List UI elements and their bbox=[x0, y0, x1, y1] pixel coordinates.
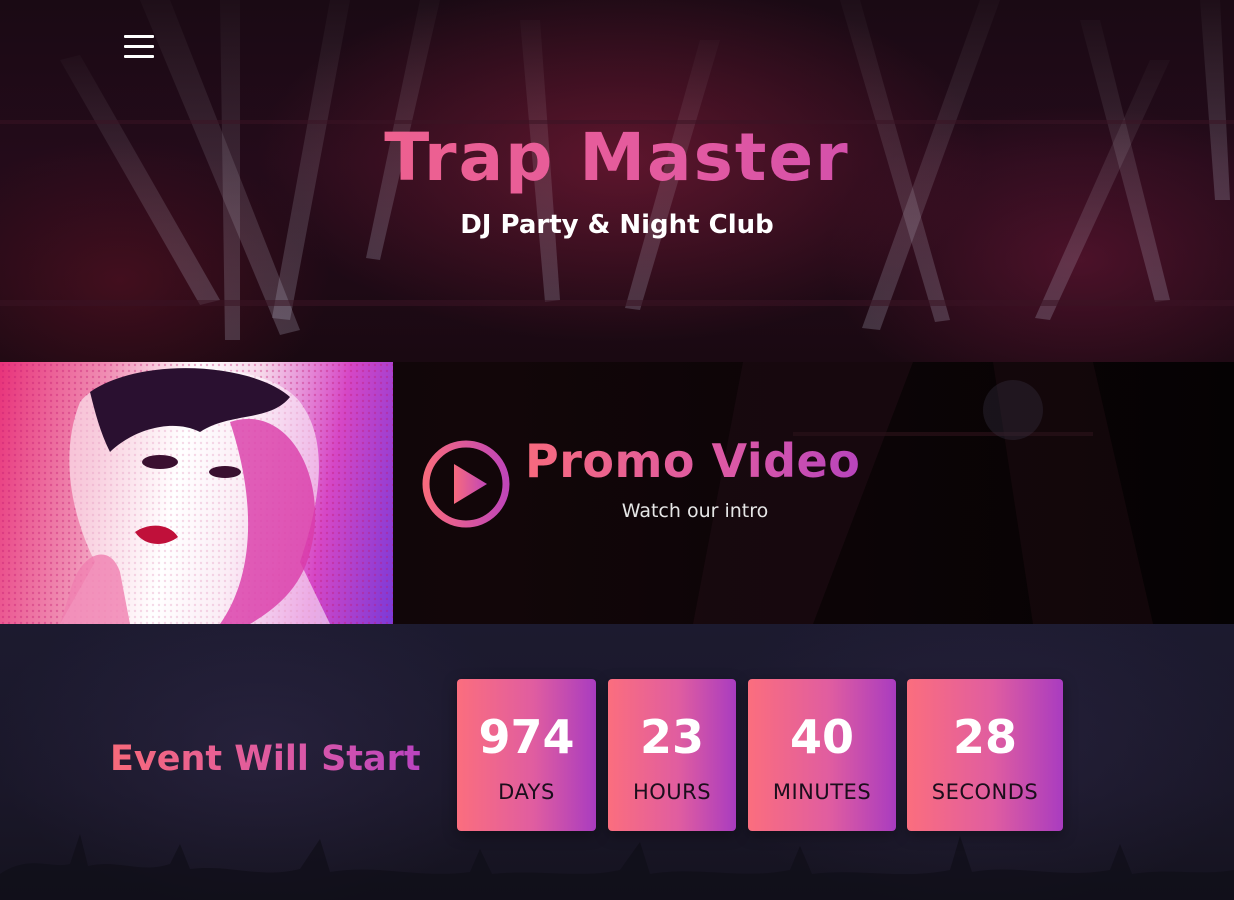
site-title: Trap Master bbox=[0, 118, 1234, 198]
crowd-silhouette bbox=[0, 834, 1234, 900]
countdown-seconds-value: 28 bbox=[952, 710, 1017, 764]
countdown-hours-value: 23 bbox=[639, 710, 704, 764]
promo-video-title[interactable]: Promo Video bbox=[525, 431, 885, 491]
countdown-days: 974 DAYS bbox=[457, 679, 596, 831]
play-circle-icon[interactable] bbox=[421, 439, 511, 529]
countdown-days-label: DAYS bbox=[498, 780, 555, 804]
promo-video-subtitle: Watch our intro bbox=[621, 500, 769, 522]
menu-bar bbox=[124, 35, 154, 38]
countdown-minutes-label: MINUTES bbox=[772, 780, 872, 804]
hamburger-menu-icon[interactable] bbox=[124, 35, 154, 59]
promo-background bbox=[693, 362, 1153, 624]
countdown-title: Event Will Start bbox=[110, 737, 440, 781]
countdown-days-value: 974 bbox=[478, 710, 575, 764]
menu-bar bbox=[124, 55, 154, 58]
site-subtitle: DJ Party & Night Club bbox=[460, 210, 774, 240]
promo-section bbox=[0, 362, 1234, 624]
countdown-seconds-label: SECONDS bbox=[931, 780, 1039, 804]
hero-section: Trap Master DJ Party & Night Club bbox=[0, 0, 1234, 362]
countdown-seconds: 28 SECONDS bbox=[907, 679, 1063, 831]
countdown-hours: 23 HOURS bbox=[608, 679, 736, 831]
countdown-minutes: 40 MINUTES bbox=[748, 679, 896, 831]
menu-bar bbox=[124, 45, 154, 48]
countdown-hours-label: HOURS bbox=[632, 780, 712, 804]
countdown-minutes-value: 40 bbox=[789, 710, 854, 764]
promo-dj-image bbox=[0, 362, 393, 624]
